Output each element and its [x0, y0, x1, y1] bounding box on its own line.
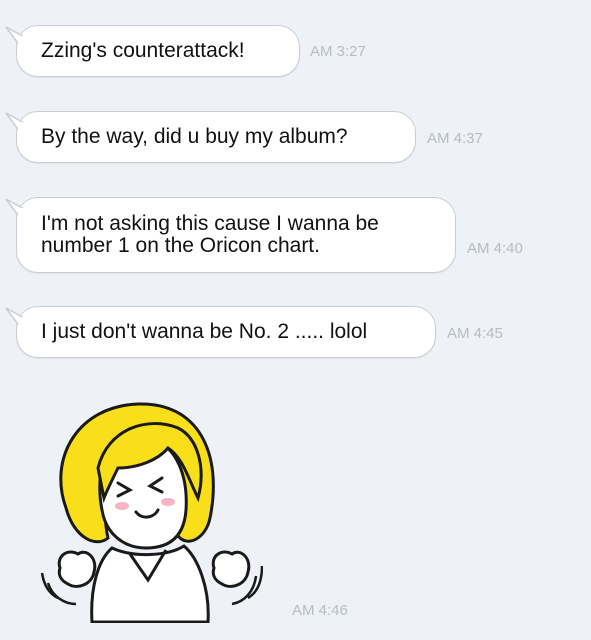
- message-bubble[interactable]: I just don't wanna be No. 2 ..... lolol: [16, 306, 436, 358]
- message-timestamp: AM 3:27: [310, 43, 366, 60]
- message-text: Zzing's counterattack!: [41, 39, 245, 62]
- bubble-tail-icon: [5, 112, 28, 134]
- message-timestamp: AM 4:45: [447, 325, 503, 342]
- message-bubble[interactable]: I'm not asking this cause I wanna be num…: [16, 197, 456, 273]
- message-timestamp: AM 4:37: [427, 130, 483, 147]
- bubble-tail-icon: [5, 198, 28, 220]
- sticker-message[interactable]: [38, 398, 264, 624]
- message-text: I just don't wanna be No. 2 ..... lolol: [41, 320, 368, 343]
- bubble-tail-icon: [5, 307, 28, 329]
- sticker-timestamp: AM 4:46: [292, 602, 348, 619]
- bubble-tail-icon: [5, 26, 28, 48]
- message-bubble[interactable]: By the way, did u buy my album?: [16, 111, 416, 163]
- blonde-girl-sticker-icon: [40, 402, 264, 624]
- message-timestamp: AM 4:40: [467, 240, 523, 257]
- message-bubble[interactable]: Zzing's counterattack!: [16, 25, 300, 77]
- message-text: By the way, did u buy my album?: [41, 125, 348, 148]
- message-text: I'm not asking this cause I wanna be num…: [41, 212, 379, 257]
